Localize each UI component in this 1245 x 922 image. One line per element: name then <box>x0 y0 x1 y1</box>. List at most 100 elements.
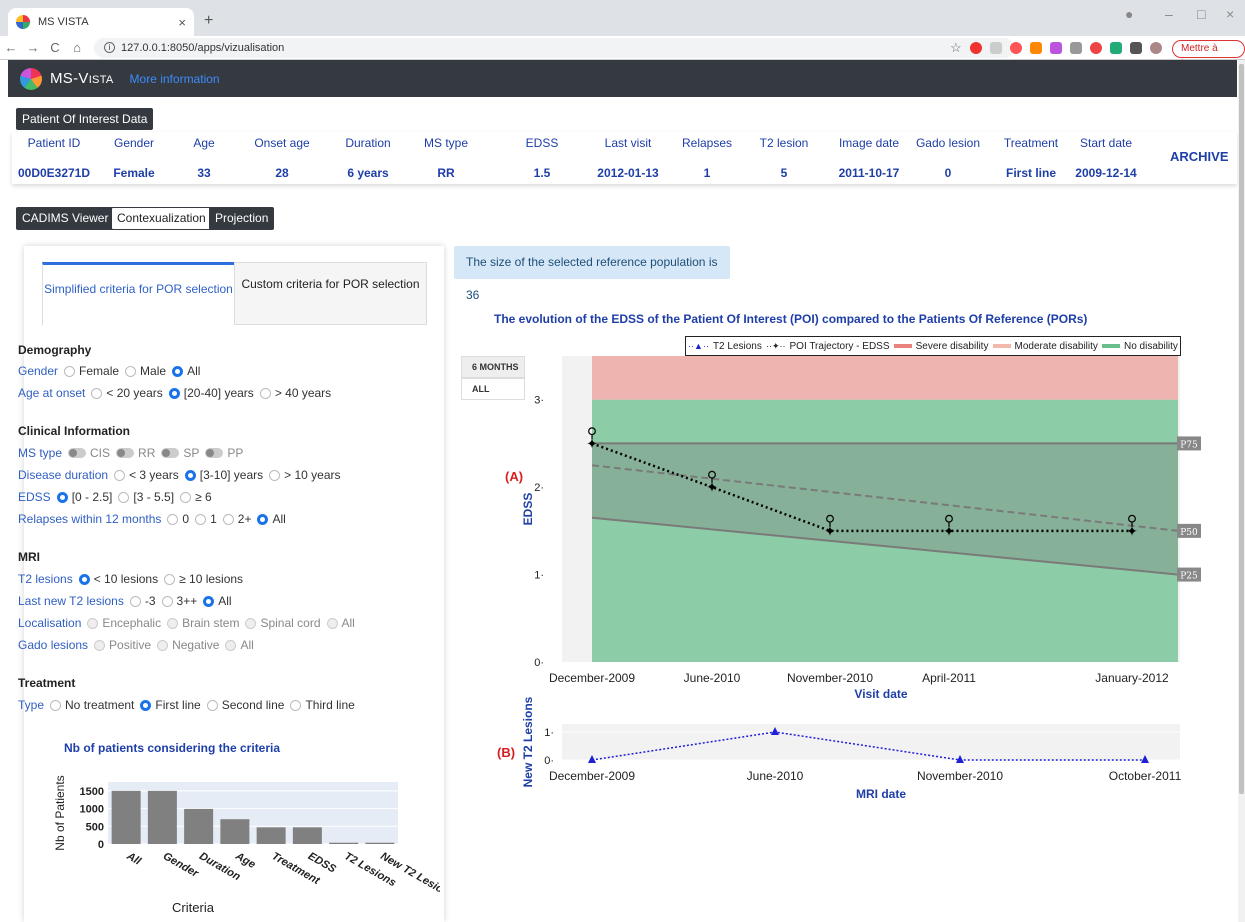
page-scrollbar-thumb[interactable] <box>1239 64 1244 794</box>
rowT2-option[interactable]: ≥ 10 lesions <box>164 572 243 586</box>
rowGado-option[interactable]: Positive <box>94 638 151 652</box>
rowMs-option[interactable]: SP <box>161 446 199 460</box>
legend-poi-trajectory[interactable]: ··✦·· POI Trajectory - EDSS <box>766 341 890 352</box>
radio-button[interactable] <box>87 617 99 629</box>
tab-custom-criteria[interactable]: Custom criteria for POR selection <box>234 262 427 325</box>
pin-extension-icon[interactable] <box>1010 42 1022 54</box>
legend-t2-lesions[interactable]: ··▲·· T2 Lesions <box>688 341 762 352</box>
info-icon[interactable]: i <box>104 42 115 53</box>
rowLoc-option[interactable]: Spinal cord <box>245 616 321 630</box>
rowGender-option[interactable]: Male <box>125 364 166 378</box>
rowLoc-option[interactable]: Brain stem <box>167 616 239 630</box>
rowAge-option[interactable]: > 40 years <box>259 386 331 400</box>
url-field[interactable]: i 127.0.0.1:8050/apps/vizualisation <box>94 37 1014 58</box>
rowMs-option[interactable]: PP <box>205 446 243 460</box>
radio-button[interactable] <box>206 699 218 711</box>
toggle-switch[interactable] <box>205 448 224 458</box>
new-tab-icon[interactable]: + <box>204 12 213 30</box>
legend-moderate[interactable]: Moderate disability <box>992 341 1098 352</box>
radio-button[interactable] <box>118 491 130 503</box>
close-tab-icon[interactable]: × <box>178 15 186 30</box>
home-icon[interactable]: ⌂ <box>66 40 88 55</box>
rowMs-option[interactable]: CIS <box>68 446 110 460</box>
rowT2-option[interactable]: < 10 lesions <box>78 572 158 586</box>
radio-button[interactable] <box>167 513 179 525</box>
radio-button[interactable] <box>157 639 169 651</box>
rowEdss-option[interactable]: [0 - 2.5] <box>56 490 112 504</box>
update-button[interactable]: Mettre à jour ⋮ <box>1172 40 1245 70</box>
contextualization-button[interactable]: Contexualization <box>111 207 212 230</box>
radio-button[interactable] <box>140 699 152 711</box>
rowGender-option[interactable]: Female <box>64 364 119 378</box>
rowType-option[interactable]: No treatment <box>50 698 134 712</box>
toggle-switch[interactable] <box>161 448 180 458</box>
projection-button[interactable]: Projection <box>209 207 275 230</box>
rowType-option[interactable]: First line <box>140 698 201 712</box>
radio-button[interactable] <box>78 573 90 585</box>
reload-icon[interactable]: C <box>44 40 66 55</box>
rowEdss-option[interactable]: [3 - 5.5] <box>118 490 174 504</box>
rowLoc-option[interactable]: Encephalic <box>87 616 161 630</box>
rowLastT2-option[interactable]: 3++ <box>161 594 197 608</box>
close-window-icon[interactable]: × <box>1226 6 1234 22</box>
camera-extension-icon[interactable] <box>1070 42 1082 54</box>
rowMs-option[interactable]: RR <box>116 446 155 460</box>
rowGado-option[interactable]: Negative <box>157 638 219 652</box>
radio-button[interactable] <box>184 469 196 481</box>
radio-button[interactable] <box>56 491 68 503</box>
maximize-icon[interactable]: □ <box>1197 6 1205 22</box>
rowLastT2-option[interactable]: -3 <box>129 594 156 608</box>
radio-button[interactable] <box>222 513 234 525</box>
toggle-switch[interactable] <box>68 448 87 458</box>
toggle-switch[interactable] <box>116 448 135 458</box>
radio-button[interactable] <box>114 469 126 481</box>
radio-button[interactable] <box>180 491 192 503</box>
brand-title[interactable]: MS-Vista <box>50 70 114 87</box>
radio-button[interactable] <box>167 617 179 629</box>
rowAge-option[interactable]: [20-40] years <box>168 386 254 400</box>
radio-button[interactable] <box>259 387 271 399</box>
tab-simplified-criteria[interactable]: Simplified criteria for POR selection <box>42 262 234 325</box>
more-info-link[interactable]: More information <box>130 72 220 86</box>
rowAge-option[interactable]: < 20 years <box>91 386 163 400</box>
back-icon[interactable]: ← <box>0 40 22 55</box>
rowGender-option[interactable]: All <box>172 364 200 378</box>
rowLoc-option[interactable]: All <box>326 616 355 630</box>
profile-icon[interactable]: ● <box>1125 6 1133 22</box>
opera-extension-icon[interactable] <box>970 42 982 54</box>
radio-button[interactable] <box>50 699 62 711</box>
rowRel-option[interactable]: 2+ <box>222 512 251 526</box>
radio-button[interactable] <box>269 469 281 481</box>
radio-button[interactable] <box>164 573 176 585</box>
radio-button[interactable] <box>257 513 269 525</box>
rowEdss-option[interactable]: ≥ 6 <box>180 490 212 504</box>
star-icon[interactable]: ☆ <box>950 40 962 55</box>
minimize-icon[interactable]: – <box>1165 6 1173 22</box>
archive-button[interactable]: ARCHIVE <box>1170 149 1229 164</box>
radio-button[interactable] <box>245 617 257 629</box>
sc-extension-icon[interactable] <box>1030 42 1042 54</box>
radio-button[interactable] <box>225 639 237 651</box>
radio-button[interactable] <box>203 595 215 607</box>
rowGado-option[interactable]: All <box>225 638 254 652</box>
radio-button[interactable] <box>195 513 207 525</box>
browser-tab[interactable]: MS VISTA × <box>8 8 194 36</box>
radio-button[interactable] <box>91 387 103 399</box>
avatar[interactable] <box>1150 42 1162 54</box>
radio-button[interactable] <box>168 387 180 399</box>
legend-severe[interactable]: Severe disability <box>893 341 988 352</box>
document-extension-icon[interactable] <box>990 42 1002 54</box>
radio-button[interactable] <box>64 365 76 377</box>
rowType-option[interactable]: Second line <box>206 698 284 712</box>
rowLastT2-option[interactable]: All <box>203 594 232 608</box>
rowDur-option[interactable]: [3-10] years <box>184 468 263 482</box>
pen-extension-icon[interactable] <box>1050 42 1062 54</box>
radio-button[interactable] <box>125 365 137 377</box>
radio-button[interactable] <box>161 595 173 607</box>
legend-no-disability[interactable]: No disability <box>1102 341 1178 352</box>
color-extension-icon[interactable] <box>1090 42 1102 54</box>
cadims-viewer-button[interactable]: CADIMS Viewer <box>16 207 115 230</box>
rowDur-option[interactable]: < 3 years <box>114 468 179 482</box>
rowDur-option[interactable]: > 10 years <box>269 468 341 482</box>
rowRel-option[interactable]: 0 <box>167 512 189 526</box>
